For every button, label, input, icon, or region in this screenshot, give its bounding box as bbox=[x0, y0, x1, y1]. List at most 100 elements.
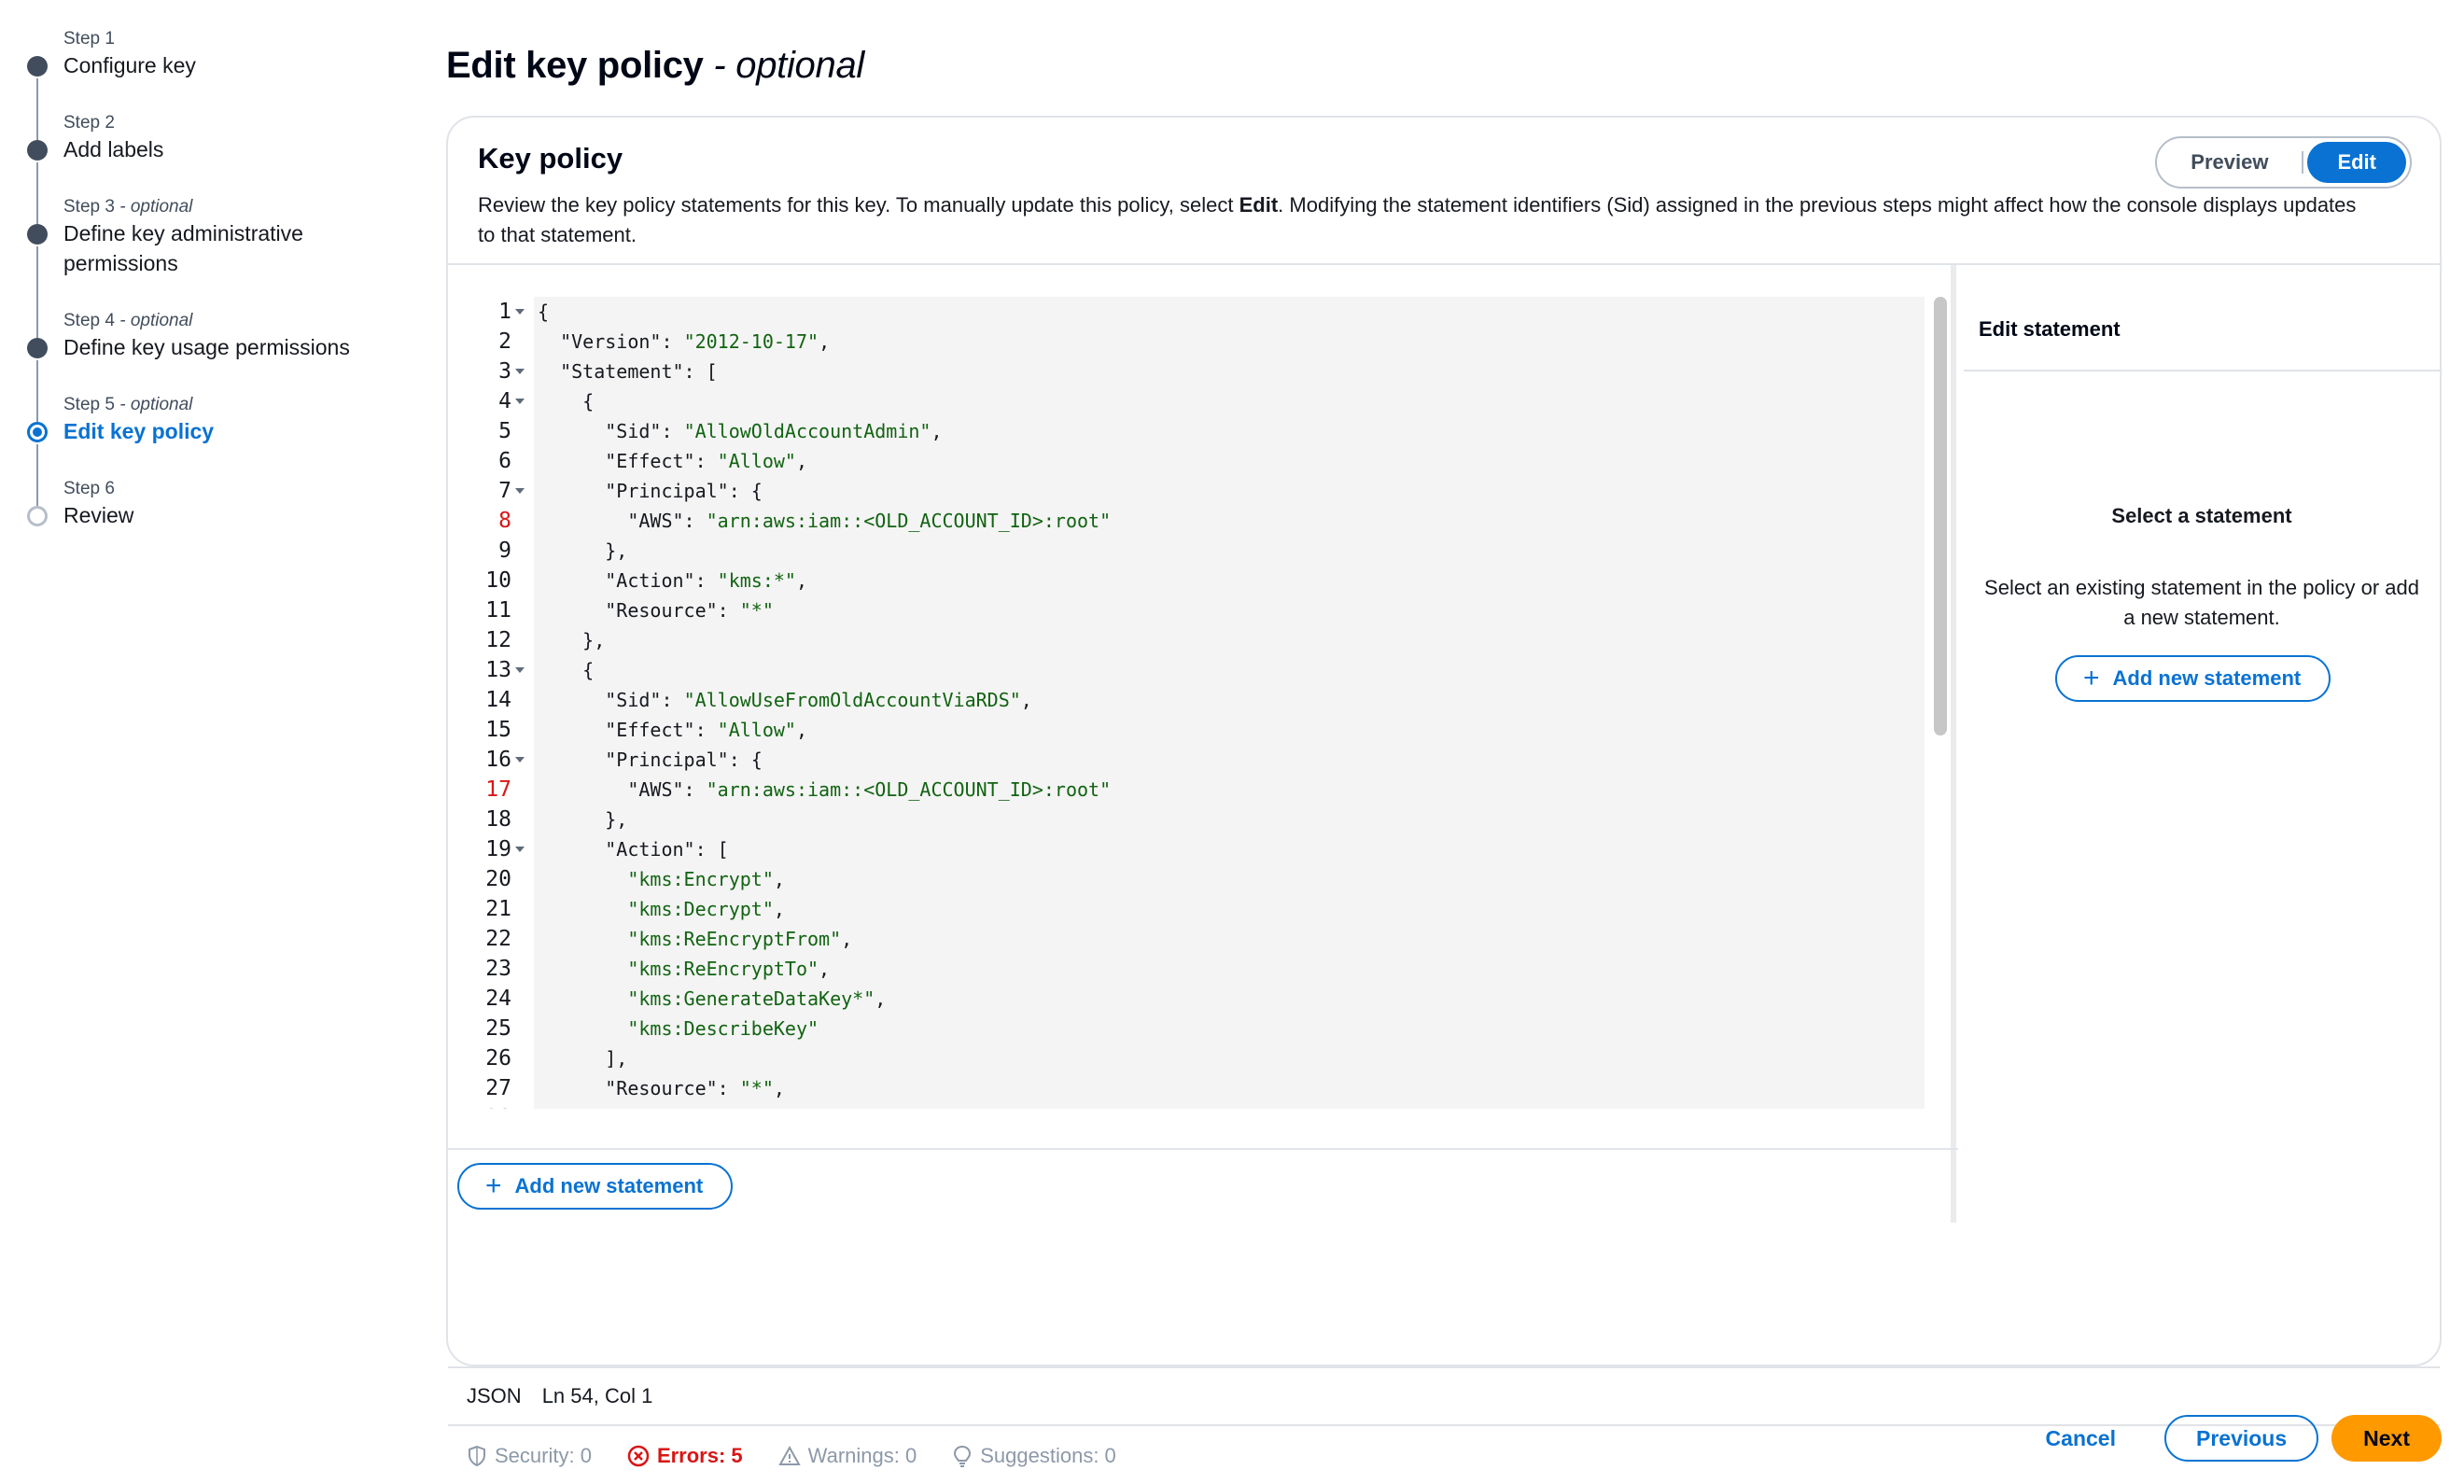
step-number: Step 4 - optional bbox=[63, 310, 399, 332]
previous-button[interactable]: Previous bbox=[2163, 1415, 2319, 1462]
code-line[interactable]: 25 "kms:DescribeKey" bbox=[448, 1014, 1923, 1043]
code-line[interactable]: 20 "kms:Encrypt", bbox=[448, 864, 1923, 894]
code-line[interactable]: 28 "Condition": { bbox=[448, 1103, 1923, 1109]
code-text: }, bbox=[538, 539, 628, 562]
fold-arrow-icon[interactable] bbox=[515, 309, 525, 315]
code-text: "Effect": "Allow", bbox=[605, 719, 808, 741]
side-add-new-statement-button[interactable]: + Add new statement bbox=[2055, 655, 2331, 702]
code-line[interactable]: 7 "Principal": { bbox=[448, 476, 1923, 506]
code-text: }, bbox=[538, 808, 628, 831]
step-indicator-icon bbox=[27, 140, 48, 161]
code-text: "kms:Encrypt", bbox=[627, 868, 785, 890]
add-statement-label: Add new statement bbox=[514, 1174, 704, 1197]
suggestions-label: Suggestions: 0 bbox=[980, 1444, 1116, 1467]
code-line[interactable]: 3 "Statement": [ bbox=[448, 357, 1923, 386]
code-line[interactable]: 15 "Effect": "Allow", bbox=[448, 715, 1923, 745]
fold-arrow-icon[interactable] bbox=[515, 488, 525, 494]
code-line[interactable]: 12 }, bbox=[448, 625, 1923, 655]
fold-arrow-icon[interactable] bbox=[515, 399, 525, 404]
edit-button[interactable]: Edit bbox=[2307, 142, 2406, 183]
cursor-position: Ln 54, Col 1 bbox=[541, 1384, 653, 1407]
panel-divider[interactable] bbox=[1951, 265, 1956, 1223]
code-line[interactable]: 17 "AWS": "arn:aws:iam::<OLD_ACCOUNT_ID>… bbox=[448, 775, 1923, 805]
code-text: "Sid": "AllowOldAccountAdmin", bbox=[605, 420, 943, 442]
code-line[interactable]: 27 "Resource": "*", bbox=[448, 1073, 1923, 1103]
code-line[interactable]: 24 "kms:GenerateDataKey*", bbox=[448, 984, 1923, 1014]
code-line[interactable]: 6 "Effect": "Allow", bbox=[448, 446, 1923, 476]
warning-icon bbox=[777, 1445, 801, 1465]
code-line[interactable]: 16 "Principal": { bbox=[448, 745, 1923, 775]
code-text: "Principal": { bbox=[605, 749, 763, 771]
line-number: 16 bbox=[485, 748, 511, 772]
code-editor[interactable]: 1{2 "Version": "2012-10-17", 3 "Statement… bbox=[448, 265, 1958, 1109]
code-text: "AWS": "arn:aws:iam::<OLD_ACCOUNT_ID>:ro… bbox=[627, 510, 1112, 532]
code-text: "kms:ReEncryptTo", bbox=[627, 958, 831, 980]
errors-label: Errors: 5 bbox=[656, 1444, 743, 1467]
line-number: 7 bbox=[498, 479, 511, 503]
side-add-statement-label: Add new statement bbox=[2112, 666, 2302, 690]
wizard-step[interactable]: Step 3 - optional Define key administrati… bbox=[21, 196, 399, 338]
select-statement-title: Select a statement bbox=[2111, 504, 2292, 527]
step-title: Edit key policy bbox=[63, 419, 215, 443]
step-number-text: Step 6 bbox=[63, 479, 115, 498]
code-line[interactable]: 2 "Version": "2012-10-17", bbox=[448, 327, 1923, 357]
code-line[interactable]: 11 "Resource": "*" bbox=[448, 595, 1923, 625]
suggestions-count[interactable]: Suggestions: 0 bbox=[952, 1444, 1116, 1468]
wizard-step[interactable]: Step 2 Add labels bbox=[21, 112, 399, 224]
fold-arrow-icon[interactable] bbox=[515, 667, 525, 673]
page-title-text: Edit key policy bbox=[446, 45, 704, 86]
add-statement-row: + Add new statement bbox=[448, 1148, 1958, 1223]
wizard-step[interactable]: Step 4 - optional Define key usage permis… bbox=[21, 310, 399, 422]
code-text: }, bbox=[538, 629, 606, 651]
code-line[interactable]: 23 "kms:ReEncryptTo", bbox=[448, 954, 1923, 984]
wizard-step[interactable]: Step 5 - optional Edit key policy bbox=[21, 394, 399, 506]
preview-button[interactable]: Preview bbox=[2161, 142, 2298, 183]
code-line[interactable]: 21 "kms:Decrypt", bbox=[448, 894, 1923, 924]
warnings-count[interactable]: Warnings: 0 bbox=[777, 1444, 917, 1468]
step-title[interactable]: Define key administrative permissions bbox=[63, 218, 399, 278]
code-line[interactable]: 5 "Sid": "AllowOldAccountAdmin", bbox=[448, 416, 1923, 446]
code-line[interactable]: 18 }, bbox=[448, 805, 1923, 834]
code-line[interactable]: 8 "AWS": "arn:aws:iam::<OLD_ACCOUNT_ID>:… bbox=[448, 506, 1923, 536]
plus-icon: + bbox=[485, 1170, 502, 1201]
code-line[interactable]: 19 "Action": [ bbox=[448, 834, 1923, 864]
next-button[interactable]: Next bbox=[2331, 1415, 2442, 1462]
code-text: "Version": "2012-10-17", bbox=[560, 330, 831, 353]
line-number: 12 bbox=[485, 628, 511, 652]
code-line[interactable]: 1{ bbox=[448, 297, 1923, 327]
step-title[interactable]: Define key usage permissions bbox=[63, 332, 399, 362]
code-line[interactable]: 26 ], bbox=[448, 1043, 1923, 1073]
fold-arrow-icon[interactable] bbox=[515, 369, 525, 374]
security-count[interactable]: Security: 0 bbox=[467, 1444, 592, 1468]
line-number: 15 bbox=[485, 718, 511, 742]
step-title[interactable]: Configure key bbox=[63, 50, 399, 80]
step-title[interactable]: Add labels bbox=[63, 134, 399, 164]
shield-icon bbox=[469, 1445, 485, 1467]
code-text: "Statement": [ bbox=[560, 360, 718, 383]
cancel-button[interactable]: Cancel bbox=[2046, 1426, 2116, 1451]
code-lines: 1{2 "Version": "2012-10-17", 3 "Statement… bbox=[448, 297, 1923, 1109]
code-line[interactable]: 9 }, bbox=[448, 536, 1923, 566]
code-line[interactable]: 14 "Sid": "AllowUseFromOldAccountViaRDS"… bbox=[448, 685, 1923, 715]
code-line[interactable]: 22 "kms:ReEncryptFrom", bbox=[448, 924, 1923, 954]
code-text: { bbox=[538, 301, 550, 323]
line-number: 14 bbox=[485, 688, 511, 712]
key-policy-heading: Key policy bbox=[478, 142, 623, 175]
errors-count[interactable]: Errors: 5 bbox=[627, 1444, 743, 1468]
code-text: ], bbox=[538, 1047, 628, 1070]
line-number: 17 bbox=[485, 777, 511, 802]
code-line[interactable]: 10 "Action": "kms:*", bbox=[448, 566, 1923, 595]
step-number: Step 2 bbox=[63, 112, 399, 134]
fold-arrow-icon[interactable] bbox=[515, 847, 525, 852]
code-text: "kms:Decrypt", bbox=[627, 898, 785, 920]
mode-toggle: Preview Edit bbox=[2155, 136, 2412, 189]
code-line[interactable]: 13 { bbox=[448, 655, 1923, 685]
code-line[interactable]: 4 { bbox=[448, 386, 1923, 416]
add-new-statement-button[interactable]: + Add new statement bbox=[457, 1163, 734, 1210]
fold-arrow-icon[interactable] bbox=[515, 757, 525, 763]
wizard-step[interactable]: Step 1 Configure key bbox=[21, 28, 399, 140]
step-number-text: Step 2 bbox=[63, 113, 115, 133]
line-number: 1 bbox=[498, 300, 511, 324]
plus-icon: + bbox=[2083, 663, 2100, 693]
editor-scrollbar[interactable] bbox=[1934, 297, 1947, 735]
